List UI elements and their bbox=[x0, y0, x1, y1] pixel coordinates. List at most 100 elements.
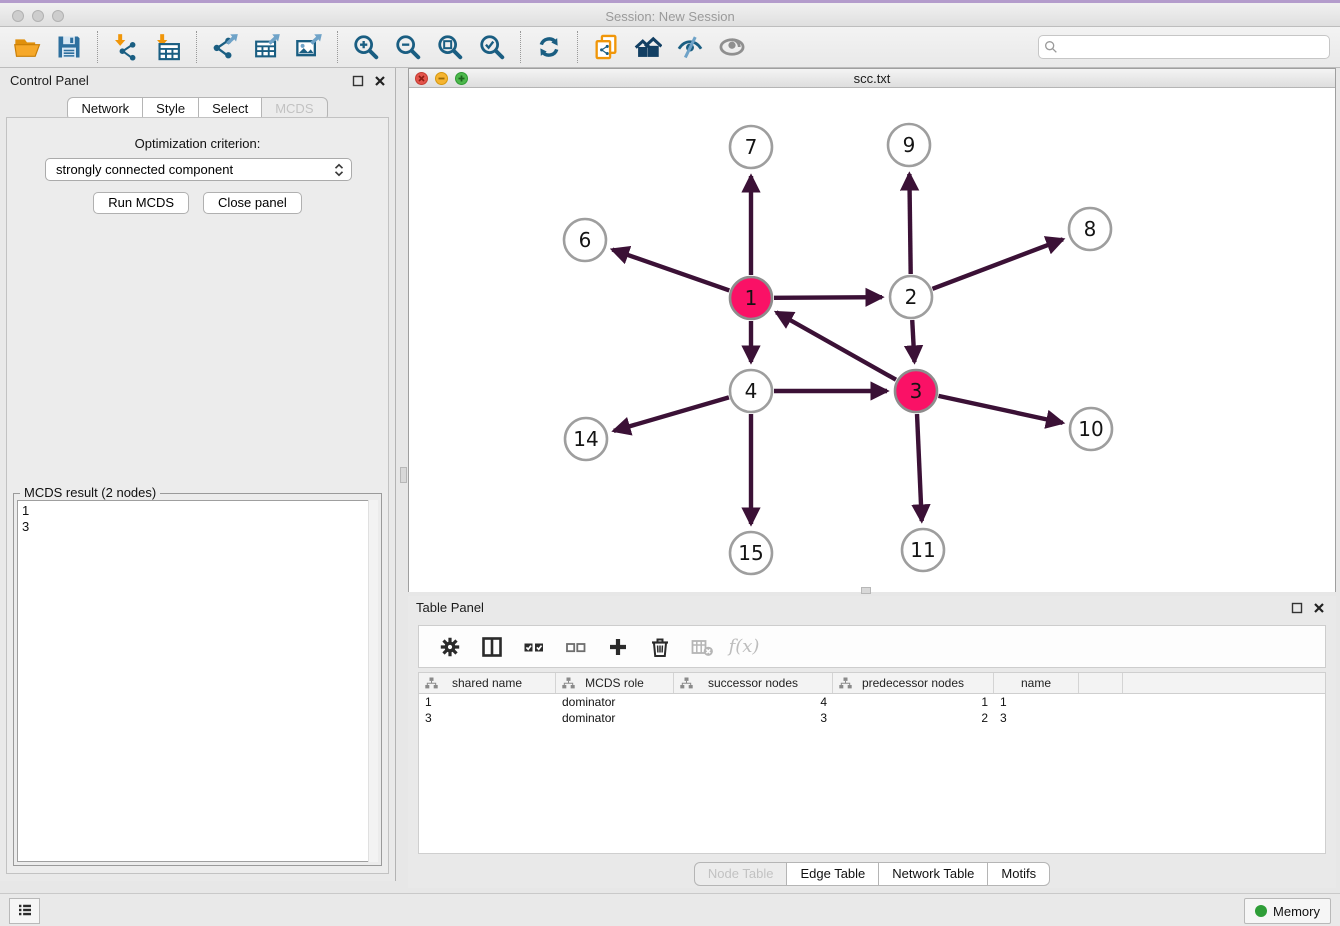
graph-edge-1-2[interactable] bbox=[774, 297, 882, 298]
run-mcds-button[interactable]: Run MCDS bbox=[93, 192, 189, 214]
splitter-handle-vertical[interactable] bbox=[400, 467, 407, 483]
table-row[interactable]: 1dominator411 bbox=[419, 694, 1325, 710]
graph-node-label-1: 1 bbox=[745, 286, 758, 310]
column-header-mcds-role[interactable]: MCDS role bbox=[556, 673, 674, 693]
optimization-criterion-label: Optimization criterion: bbox=[7, 136, 388, 151]
column-header-label: name bbox=[1021, 676, 1051, 690]
table-header-row: shared name MCDS role successor nodesprede… bbox=[419, 673, 1325, 694]
main-toolbar-groups bbox=[6, 29, 753, 65]
table-cell: 3 bbox=[419, 710, 556, 726]
graph-edge-1-6[interactable] bbox=[612, 250, 729, 291]
table-settings-button[interactable] bbox=[431, 629, 469, 665]
tab-motifs[interactable]: Motifs bbox=[987, 862, 1050, 886]
main-titlebar: Session: New Session bbox=[0, 0, 1340, 27]
home-layout-icon bbox=[634, 33, 662, 61]
task-history-button[interactable] bbox=[9, 898, 40, 924]
tab-node-table[interactable]: Node Table bbox=[694, 862, 788, 886]
toolbar-separator bbox=[97, 31, 98, 63]
column-header-label: shared name bbox=[452, 676, 522, 690]
deselect-all-button[interactable] bbox=[557, 629, 595, 665]
result-scrollbar[interactable] bbox=[368, 500, 378, 862]
open-file-button[interactable] bbox=[6, 29, 48, 65]
graph-node-label-9: 9 bbox=[903, 133, 916, 157]
close-panel-icon[interactable] bbox=[373, 74, 387, 88]
graph-edge-2-8[interactable] bbox=[933, 239, 1063, 289]
function-builder-icon: f(x) bbox=[729, 636, 760, 657]
table-cell: 2 bbox=[833, 710, 994, 726]
column-header-predecessor-nodes[interactable]: predecessor nodes bbox=[833, 673, 994, 693]
graph-edge-3-1[interactable] bbox=[776, 312, 896, 379]
add-column-button[interactable] bbox=[599, 629, 637, 665]
table-cell: dominator bbox=[556, 710, 674, 726]
graph-edge-2-9[interactable] bbox=[909, 174, 910, 274]
graph-node-label-10: 10 bbox=[1078, 417, 1103, 441]
column-type-icon bbox=[680, 677, 693, 689]
import-table-button[interactable] bbox=[147, 29, 189, 65]
table-cell: 3 bbox=[994, 710, 1079, 726]
optimization-criterion-select[interactable]: strongly connected component bbox=[45, 158, 352, 181]
export-image-button[interactable] bbox=[288, 29, 330, 65]
graph-node-label-14: 14 bbox=[573, 427, 598, 451]
delete-table-button bbox=[683, 629, 721, 665]
zoom-selected-button[interactable] bbox=[471, 29, 513, 65]
main-toolbar bbox=[0, 27, 1340, 68]
select-all-button[interactable] bbox=[515, 629, 553, 665]
refresh-layout-button[interactable] bbox=[528, 29, 570, 65]
optimization-criterion-value: strongly connected component bbox=[56, 162, 233, 177]
float-table-panel-icon[interactable] bbox=[1290, 601, 1304, 615]
zoom-fit-button[interactable] bbox=[429, 29, 471, 65]
column-header-name[interactable]: name bbox=[994, 673, 1079, 693]
split-panel-button[interactable] bbox=[473, 629, 511, 665]
export-network-icon bbox=[211, 33, 239, 61]
graph-edge-4-14[interactable] bbox=[614, 397, 729, 430]
mcds-result-box: MCDS result (2 nodes) 13 bbox=[13, 493, 382, 866]
column-header-label: MCDS role bbox=[585, 676, 644, 690]
splitter-handle-horizontal[interactable] bbox=[861, 587, 871, 594]
column-header-empty bbox=[1079, 673, 1123, 693]
zoom-out-button[interactable] bbox=[387, 29, 429, 65]
import-network-button[interactable] bbox=[105, 29, 147, 65]
show-graphics-details-button[interactable] bbox=[711, 29, 753, 65]
float-panel-icon[interactable] bbox=[351, 74, 365, 88]
graph-node-label-7: 7 bbox=[745, 135, 758, 159]
table-panel-title: Table Panel bbox=[416, 600, 484, 615]
mcds-result-title: MCDS result (2 nodes) bbox=[20, 485, 160, 500]
graph-edge-3-10[interactable] bbox=[938, 396, 1062, 423]
network-graph[interactable]: 7968124314101511 bbox=[409, 88, 1335, 592]
duplicate-network-button[interactable] bbox=[585, 29, 627, 65]
open-file-icon bbox=[13, 33, 41, 61]
delete-column-button[interactable] bbox=[641, 629, 679, 665]
hide-graphics-details-button[interactable] bbox=[669, 29, 711, 65]
graph-node-label-6: 6 bbox=[579, 228, 592, 252]
graph-edge-3-11[interactable] bbox=[917, 414, 922, 521]
export-table-button[interactable] bbox=[246, 29, 288, 65]
close-table-panel-icon[interactable] bbox=[1312, 601, 1326, 615]
table-cell: 4 bbox=[674, 694, 833, 710]
save-session-button[interactable] bbox=[48, 29, 90, 65]
list-icon bbox=[16, 901, 34, 922]
close-panel-button[interactable]: Close panel bbox=[203, 192, 302, 214]
table-row[interactable]: 3dominator323 bbox=[419, 710, 1325, 726]
export-network-button[interactable] bbox=[204, 29, 246, 65]
export-table-icon bbox=[253, 33, 281, 61]
table-settings-icon bbox=[438, 635, 462, 659]
control-panel-buttons bbox=[351, 74, 387, 88]
column-header-successor-nodes[interactable]: successor nodes bbox=[674, 673, 833, 693]
table-toolbar: f(x) bbox=[418, 625, 1326, 668]
table-cell: 1 bbox=[994, 694, 1079, 710]
column-header-shared-name[interactable]: shared name bbox=[419, 673, 556, 693]
zoom-fit-icon bbox=[436, 33, 464, 61]
toolbar-separator bbox=[196, 31, 197, 63]
mcds-result-list[interactable]: 13 bbox=[17, 500, 378, 862]
table-cell: 1 bbox=[419, 694, 556, 710]
tab-network-table[interactable]: Network Table bbox=[878, 862, 988, 886]
memory-button[interactable]: Memory bbox=[1244, 898, 1331, 924]
tab-edge-table[interactable]: Edge Table bbox=[786, 862, 879, 886]
duplicate-network-icon bbox=[592, 33, 620, 61]
zoom-in-button[interactable] bbox=[345, 29, 387, 65]
table-panel-tabs: Node TableEdge TableNetwork TableMotifs bbox=[408, 862, 1336, 886]
table-cell: 1 bbox=[833, 694, 994, 710]
graph-edge-2-3[interactable] bbox=[912, 320, 914, 362]
home-layout-button[interactable] bbox=[627, 29, 669, 65]
search-input[interactable] bbox=[1038, 35, 1330, 59]
